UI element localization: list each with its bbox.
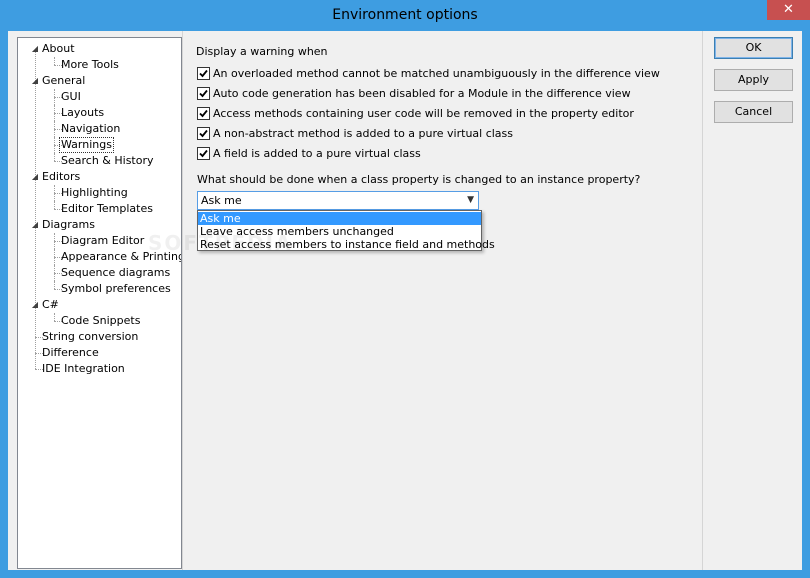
tree-item-warnings[interactable]: Warnings bbox=[18, 137, 181, 153]
check-label: Auto code generation has been disabled f… bbox=[213, 87, 631, 100]
tree-item-label: Warnings bbox=[59, 137, 114, 153]
tree-item-symbol-preferences[interactable]: Symbol preferences bbox=[18, 281, 181, 297]
expand-toggle-icon[interactable]: ◢ bbox=[30, 169, 40, 185]
checkbox-autocode[interactable] bbox=[197, 87, 210, 100]
apply-button[interactable]: Apply bbox=[714, 69, 793, 91]
tree-item-label: About bbox=[42, 42, 75, 55]
tree-item-difference[interactable]: Difference bbox=[18, 345, 181, 361]
tree-item-label: Editor Templates bbox=[61, 202, 153, 215]
tree-item-label: Symbol preferences bbox=[61, 282, 171, 295]
tree-connector-vertical bbox=[54, 121, 55, 137]
tree-connector-vertical bbox=[54, 265, 55, 281]
options-tree[interactable]: ◢ About More Tools ◢ General GUI Layouts Naviga… bbox=[17, 37, 182, 569]
tree-item-general[interactable]: ◢ General bbox=[18, 73, 181, 89]
tree-item-label: IDE Integration bbox=[42, 362, 125, 375]
close-icon[interactable]: ✕ bbox=[767, 0, 810, 20]
checkbox-field[interactable] bbox=[197, 147, 210, 160]
tree-connector-vertical bbox=[54, 57, 55, 65]
tree-item-string-conversion[interactable]: String conversion bbox=[18, 329, 181, 345]
tree-connector-vertical bbox=[54, 89, 55, 105]
tree-connector-vertical bbox=[54, 281, 55, 289]
tree-item-label: Code Snippets bbox=[61, 314, 141, 327]
combo-value: Ask me bbox=[201, 194, 242, 207]
tree-item-search-history[interactable]: Search & History bbox=[18, 153, 181, 169]
tree-item-label: GUI bbox=[61, 90, 81, 103]
environment-options-window: Environment options ✕ ◢ About More Tools ◢ G… bbox=[0, 0, 810, 578]
tree-item-layouts[interactable]: Layouts bbox=[18, 105, 181, 121]
tree-item-more-tools[interactable]: More Tools bbox=[18, 57, 181, 73]
tree-item-code-snippets[interactable]: Code Snippets bbox=[18, 313, 181, 329]
tree-item-editor-templates[interactable]: Editor Templates bbox=[18, 201, 181, 217]
tree-item-label: String conversion bbox=[42, 330, 139, 343]
title-bar[interactable]: Environment options ✕ bbox=[0, 0, 810, 31]
tree-item-about[interactable]: ◢ About bbox=[18, 41, 181, 57]
tree-connector-vertical bbox=[54, 185, 55, 201]
ok-button[interactable]: OK bbox=[714, 37, 793, 59]
tree-connector-vertical bbox=[54, 249, 55, 265]
dialog-client: ◢ About More Tools ◢ General GUI Layouts Naviga… bbox=[8, 31, 802, 570]
warnings-heading: Display a warning when bbox=[196, 45, 328, 58]
tree-item-label: More Tools bbox=[61, 58, 119, 71]
divider-right bbox=[702, 31, 703, 570]
tree-connector-vertical bbox=[54, 105, 55, 121]
tree-item-sequence-diagrams[interactable]: Sequence diagrams bbox=[18, 265, 181, 281]
tree-item-editors[interactable]: ◢ Editors bbox=[18, 169, 181, 185]
tree-connector-vertical bbox=[54, 233, 55, 249]
cancel-button[interactable]: Cancel bbox=[714, 101, 793, 123]
tree-connector-vertical bbox=[54, 153, 55, 161]
expand-toggle-icon[interactable]: ◢ bbox=[30, 73, 40, 89]
property-change-combobox[interactable]: Ask me ▼ bbox=[197, 191, 479, 210]
property-change-question: What should be done when a class propert… bbox=[197, 173, 641, 186]
combo-option-ask-me[interactable]: Ask me bbox=[198, 212, 481, 225]
tree-item-label: Search & History bbox=[61, 154, 154, 167]
expand-toggle-icon[interactable]: ◢ bbox=[30, 41, 40, 57]
tree-item-label: Highlighting bbox=[61, 186, 128, 199]
expand-toggle-icon[interactable]: ◢ bbox=[30, 217, 40, 233]
tree-item-label: Layouts bbox=[61, 106, 105, 119]
tree-connector-vertical bbox=[54, 201, 55, 209]
watermark: SOFTPEDIA bbox=[148, 231, 293, 255]
checkbox-access-methods[interactable] bbox=[197, 107, 210, 120]
tree-item-navigation[interactable]: Navigation bbox=[18, 121, 181, 137]
check-label: An overloaded method cannot be matched u… bbox=[213, 67, 660, 80]
tree-item-gui[interactable]: GUI bbox=[18, 89, 181, 105]
check-label: A field is added to a pure virtual class bbox=[213, 147, 421, 160]
check-label: Access methods containing user code will… bbox=[213, 107, 634, 120]
tree-item-label: Diagram Editor bbox=[61, 234, 145, 247]
tree-item-label: Difference bbox=[42, 346, 99, 359]
tree-connector-vertical bbox=[54, 137, 55, 153]
tree-connector-vertical bbox=[54, 313, 55, 321]
check-label: A non-abstract method is added to a pure… bbox=[213, 127, 514, 140]
chevron-down-icon[interactable]: ▼ bbox=[467, 192, 474, 209]
divider-left bbox=[182, 31, 183, 570]
tree-item-label: Navigation bbox=[61, 122, 121, 135]
expand-toggle-icon[interactable]: ◢ bbox=[30, 297, 40, 313]
tree-item-c[interactable]: ◢ C# bbox=[18, 297, 181, 313]
tree-item-label: General bbox=[42, 74, 86, 87]
tree-item-label: Diagrams bbox=[42, 218, 95, 231]
tree-item-ide-integration[interactable]: IDE Integration bbox=[18, 361, 181, 377]
window-title: Environment options bbox=[332, 7, 478, 23]
checkbox-overloaded[interactable] bbox=[197, 67, 210, 80]
tree-item-label: C# bbox=[42, 298, 59, 311]
tree-item-label: Sequence diagrams bbox=[61, 266, 171, 279]
tree-item-highlighting[interactable]: Highlighting bbox=[18, 185, 181, 201]
checkbox-nonabstract[interactable] bbox=[197, 127, 210, 140]
tree-item-label: Editors bbox=[42, 170, 81, 183]
